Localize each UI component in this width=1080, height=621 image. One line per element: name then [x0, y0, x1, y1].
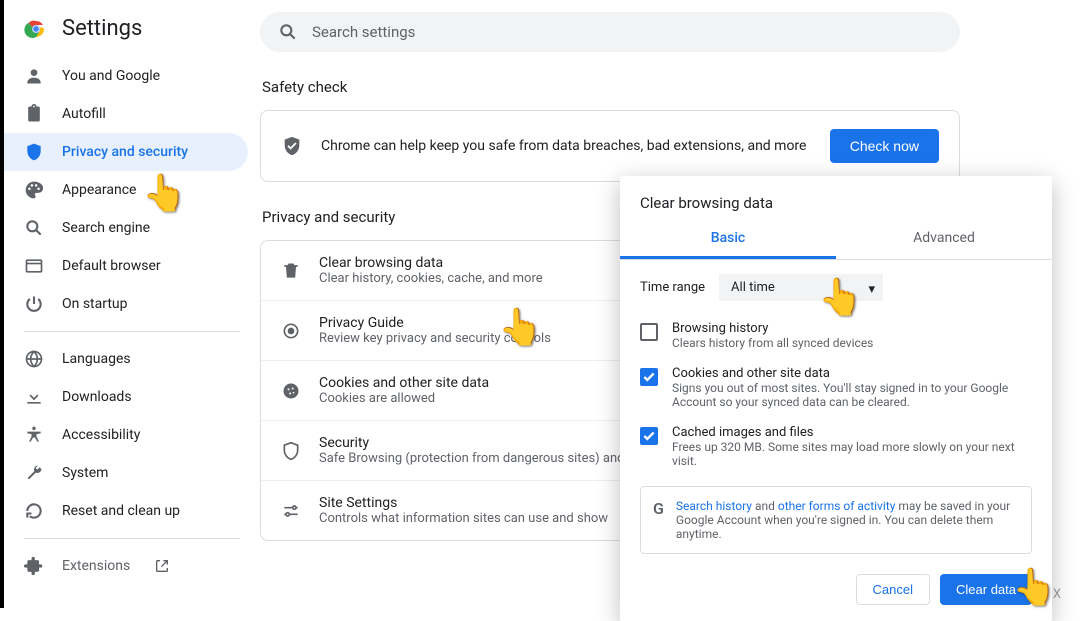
- option-sub: Clears history from all synced devices: [672, 336, 873, 350]
- search-icon: [278, 22, 298, 42]
- checkbox-checked[interactable]: [640, 368, 658, 386]
- sidebar-item-label: Appearance: [62, 182, 136, 198]
- reset-icon: [24, 501, 44, 521]
- cookie-icon: [281, 381, 301, 401]
- check-now-button[interactable]: Check now: [830, 129, 939, 163]
- google-g-icon: G: [653, 499, 664, 518]
- dialog-title: Clear browsing data: [620, 176, 1052, 220]
- option-browsing-history[interactable]: Browsing historyClears history from all …: [620, 315, 1052, 360]
- sidebar-item-label: Accessibility: [62, 427, 140, 443]
- download-icon: [24, 387, 44, 407]
- sidebar-item-accessibility[interactable]: Accessibility: [4, 416, 248, 454]
- chrome-logo-icon: [24, 17, 48, 41]
- option-sub: Frees up 320 MB. Some sites may load mor…: [672, 440, 1032, 468]
- clear-browsing-data-dialog: Clear browsing data Basic Advanced Time …: [620, 176, 1052, 621]
- info-link[interactable]: other forms of activity: [778, 499, 896, 513]
- globe-icon: [24, 349, 44, 369]
- trash-icon: [281, 261, 301, 281]
- sidebar-item-label: Reset and clean up: [62, 503, 180, 519]
- sidebar-item-languages[interactable]: Languages: [4, 340, 248, 378]
- palette-icon: [24, 180, 44, 200]
- row-title: Privacy Guide: [319, 315, 551, 331]
- dialog-tabs: Basic Advanced: [620, 220, 1052, 260]
- sidebar-item-appearance[interactable]: Appearance: [4, 171, 248, 209]
- info-box: G Search history and other forms of acti…: [640, 486, 1032, 554]
- safety-check-text: Chrome can help keep you safe from data …: [321, 138, 812, 154]
- option-cached[interactable]: Cached images and filesFrees up 320 MB. …: [620, 419, 1052, 478]
- info-link[interactable]: Search history: [676, 499, 752, 513]
- row-title: Clear browsing data: [319, 255, 543, 271]
- shield-outline-icon: [281, 441, 301, 461]
- search-icon: [24, 218, 44, 238]
- sidebar-item-downloads[interactable]: Downloads: [4, 378, 248, 416]
- option-title: Browsing history: [672, 321, 873, 336]
- row-sub: Clear history, cookies, cache, and more: [319, 271, 543, 286]
- search-input[interactable]: Search settings: [260, 12, 960, 52]
- browser-icon: [24, 256, 44, 276]
- tab-advanced[interactable]: Advanced: [836, 220, 1052, 259]
- sidebar-item-search-engine[interactable]: Search engine: [4, 209, 248, 247]
- option-title: Cached images and files: [672, 425, 1032, 440]
- sidebar-item-label: Downloads: [62, 389, 132, 405]
- search-placeholder: Search settings: [312, 23, 415, 41]
- time-range-select[interactable]: All time ▾: [719, 274, 883, 301]
- option-sub: Signs you out of most sites. You'll stay…: [672, 381, 1032, 409]
- safety-check-heading: Safety check: [262, 78, 1060, 96]
- row-sub: Review key privacy and security controls: [319, 331, 551, 346]
- sidebar-item-on-startup[interactable]: On startup: [4, 285, 248, 323]
- time-range-value: All time: [731, 280, 775, 295]
- open-external-icon: [154, 558, 170, 574]
- option-title: Cookies and other site data: [672, 366, 1032, 381]
- tab-basic[interactable]: Basic: [620, 220, 836, 259]
- nav-advanced: Languages Downloads Accessibility System…: [4, 340, 260, 530]
- option-cookies[interactable]: Cookies and other site dataSigns you out…: [620, 360, 1052, 419]
- sidebar-item-label: Autofill: [62, 106, 106, 122]
- person-icon: [24, 66, 44, 86]
- app-header: Settings: [4, 16, 260, 57]
- sidebar-item-label: On startup: [62, 296, 128, 312]
- row-sub: Controls what information sites can use …: [319, 511, 608, 526]
- sidebar-item-label: Privacy and security: [62, 144, 188, 160]
- wrench-icon: [24, 463, 44, 483]
- time-range-label: Time range: [640, 280, 705, 295]
- extensions-icon: [24, 556, 44, 576]
- row-sub: Cookies are allowed: [319, 391, 489, 406]
- shield-check-icon: [281, 135, 303, 157]
- sidebar-item-autofill[interactable]: Autofill: [4, 95, 248, 133]
- sidebar-item-default-browser[interactable]: Default browser: [4, 247, 248, 285]
- sidebar-item-label: Search engine: [62, 220, 150, 236]
- row-title: Site Settings: [319, 495, 608, 511]
- sidebar-item-you-and-google[interactable]: You and Google: [4, 57, 248, 95]
- sidebar-item-label: Languages: [62, 351, 131, 367]
- target-icon: [281, 321, 301, 341]
- checkbox-checked[interactable]: [640, 427, 658, 445]
- chevron-down-icon: ▾: [869, 282, 876, 297]
- sidebar-item-system[interactable]: System: [4, 454, 248, 492]
- sidebar: Settings You and Google Autofill Privacy…: [4, 0, 260, 608]
- sidebar-item-label: You and Google: [62, 68, 160, 84]
- page-title: Settings: [62, 16, 142, 41]
- sidebar-item-label: Extensions: [62, 558, 130, 574]
- sidebar-item-label: Default browser: [62, 258, 161, 274]
- clipboard-icon: [24, 104, 44, 124]
- power-icon: [24, 294, 44, 314]
- sidebar-item-reset[interactable]: Reset and clean up: [4, 492, 248, 530]
- cancel-button[interactable]: Cancel: [856, 574, 930, 605]
- shield-icon: [24, 142, 44, 162]
- row-title: Cookies and other site data: [319, 375, 489, 391]
- sidebar-item-extensions[interactable]: Extensions: [4, 547, 260, 585]
- safety-check-card: Chrome can help keep you safe from data …: [260, 110, 960, 182]
- sidebar-item-label: System: [62, 465, 108, 481]
- accessibility-icon: [24, 425, 44, 445]
- sidebar-item-privacy-security[interactable]: Privacy and security: [4, 133, 248, 171]
- nav-main: You and Google Autofill Privacy and secu…: [4, 57, 260, 323]
- sliders-icon: [281, 501, 301, 521]
- clear-data-button[interactable]: Clear data: [940, 574, 1032, 605]
- checkbox-unchecked[interactable]: [640, 323, 658, 341]
